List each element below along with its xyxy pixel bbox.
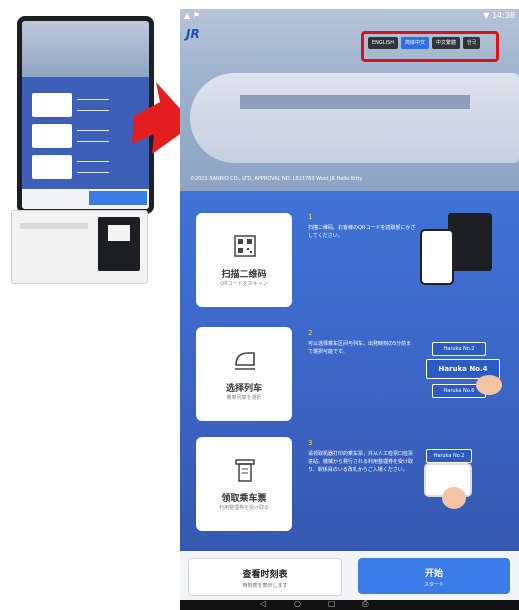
button-label: 查看时刻表 (242, 570, 288, 580)
back-icon[interactable]: ◁ (260, 599, 266, 608)
step-description: 请领取机器打印的乘车票，并从人工检票口检票进站。機械から発行される利用整理券を受… (308, 451, 414, 473)
step-number: 2 (308, 329, 313, 337)
phone-illustration (420, 229, 454, 285)
hand-illustration (442, 487, 466, 509)
start-button[interactable]: 开始 スタート (358, 558, 510, 594)
train-icon (235, 352, 255, 370)
button-label: 开始 (424, 569, 443, 579)
qr-code-icon (234, 235, 256, 257)
step-card-receive-ticket[interactable]: 领取乘车票 利用整理券を受け取る (196, 437, 292, 531)
screenshot-icon[interactable]: ⎙ (362, 599, 368, 609)
kiosk-illustration (8, 8, 154, 286)
step-number: 1 (308, 213, 313, 221)
step-subtitle: 利用整理券を受け取る (218, 505, 269, 511)
ticket-icon (235, 459, 255, 482)
button-sublabel: 時刻表を表示します (242, 583, 288, 589)
kiosk-base (11, 210, 148, 284)
button-sublabel: スタート (423, 582, 444, 588)
android-nav-bar: ◁ ○ □ ⎙ (180, 599, 519, 610)
step-card-scan[interactable]: 扫描二维码 QRコードをスキャン (196, 213, 292, 307)
recents-icon[interactable]: □ (328, 599, 336, 608)
step-title: 领取乘车票 (221, 494, 267, 504)
step-title: 选择列车 (225, 384, 262, 394)
train-option: Haruka No.2 (432, 342, 486, 356)
qr-reader-illustration (448, 213, 492, 271)
lang-button-korean[interactable]: 한국 (463, 37, 481, 49)
train-photo (190, 73, 519, 163)
steps-panel: 扫描二维码 QRコードをスキャン 1 扫描二维码。お客様のQRコードを読取部にか… (180, 191, 519, 551)
step-description: 扫描二维码。お客様のQRコードを読取部にかざしてください。 (308, 225, 416, 239)
step-description: 可以选择乘车区间与列车。出発時刻の5分前まで選択可能です。 (308, 341, 412, 355)
step-card-select-train[interactable]: 选择列车 乗車列車を選択 (196, 327, 292, 421)
printed-ticket: Haruka No.2 (426, 449, 472, 463)
step-subtitle: 乗車列車を選択 (226, 395, 262, 401)
lang-button-simplified-chinese[interactable]: 简体中文 (400, 37, 429, 49)
jr-logo: JR (186, 27, 200, 41)
language-selector: ENGLISH 简体中文 中文繁體 한국 (368, 37, 481, 49)
hand-illustration (476, 375, 502, 395)
home-icon[interactable]: ○ (294, 599, 301, 608)
step-number: 3 (308, 439, 313, 447)
status-right: ▼ 14:38 (483, 11, 515, 20)
bottom-actions: 查看时刻表 時刻表を表示します 开始 スタート (180, 551, 519, 600)
lang-button-traditional-chinese[interactable]: 中文繁體 (431, 37, 460, 49)
copyright-text: ©2021 SANRIO CO., LTD. APPROVAL NO. L621… (190, 176, 363, 182)
view-timetable-button[interactable]: 查看时刻表 時刻表を表示します (188, 558, 342, 596)
step-title: 扫描二维码 (221, 270, 267, 280)
status-bar: ▲ ⚑ ▼ 14:38 (180, 9, 519, 23)
step-subtitle: QRコードをスキャン (220, 281, 268, 287)
status-left: ▲ ⚑ (184, 11, 200, 20)
lang-button-english[interactable]: ENGLISH (368, 37, 398, 49)
tablet-screen: ▲ ⚑ ▼ 14:38 JR ENGLISH 简体中文 中文繁體 한국 ©202… (180, 9, 519, 610)
hero-banner: ▲ ⚑ ▼ 14:38 JR ENGLISH 简体中文 中文繁體 한국 ©202… (180, 9, 519, 191)
